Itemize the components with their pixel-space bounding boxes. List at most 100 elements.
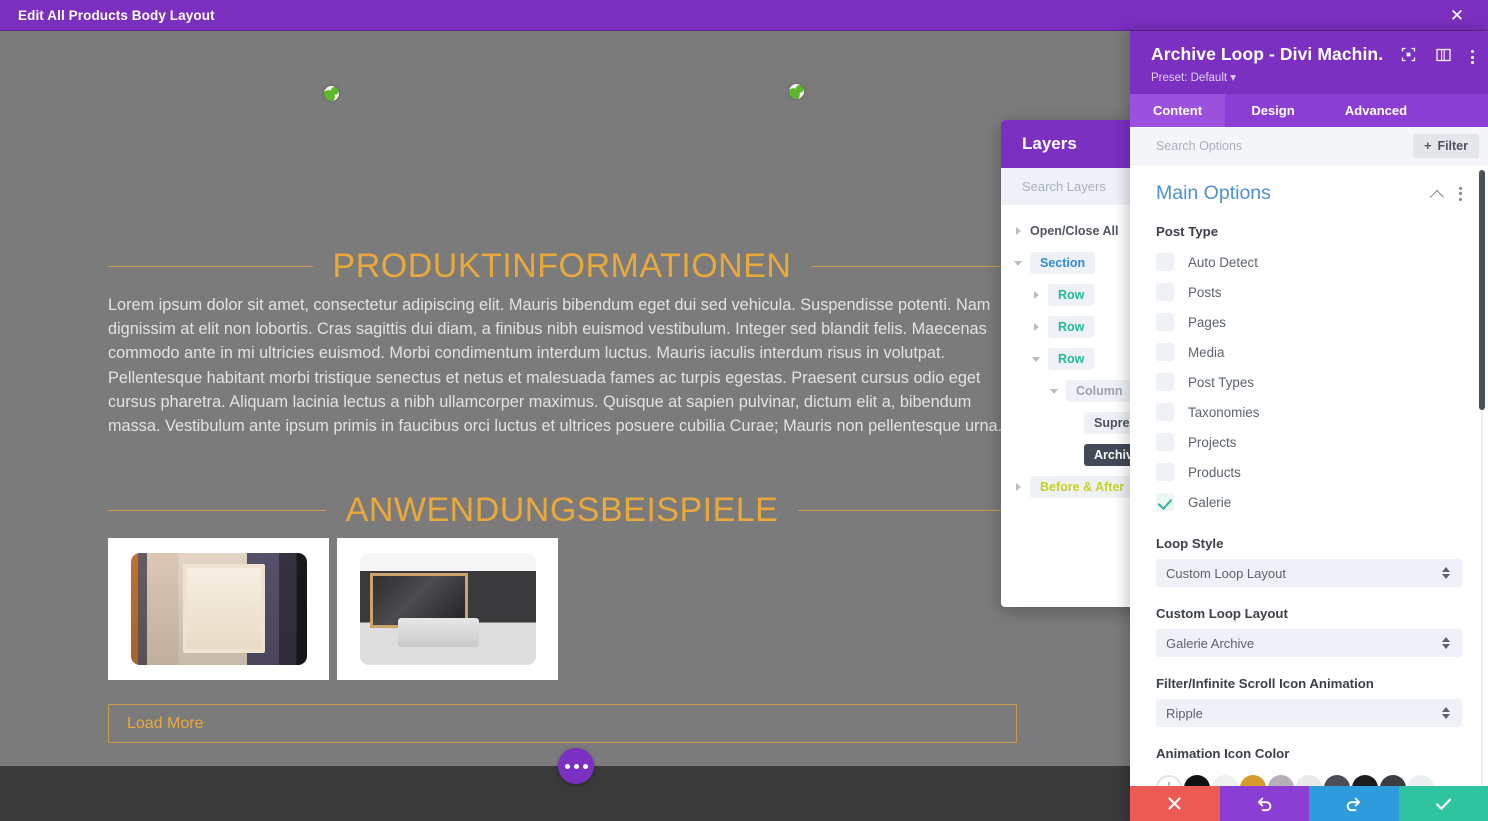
select-value: Ripple	[1166, 705, 1203, 721]
color-swatch[interactable]	[1268, 775, 1294, 786]
more-options-icon[interactable]	[558, 748, 594, 784]
caret-right-icon[interactable]	[1014, 226, 1024, 236]
select-arrows-icon	[1442, 707, 1450, 719]
main-options-header: Main Options	[1156, 182, 1462, 205]
checkbox-taxonomies[interactable]: Taxonomies	[1156, 397, 1462, 427]
module-marker-icon[interactable]	[324, 86, 339, 101]
color-swatch[interactable]	[1296, 775, 1322, 786]
gallery-item[interactable]	[337, 538, 558, 680]
redo-button[interactable]	[1309, 786, 1399, 821]
caret-none	[1068, 450, 1078, 460]
checkbox-box[interactable]	[1156, 463, 1174, 481]
heading-rule-left	[108, 266, 313, 267]
save-button[interactable]	[1398, 786, 1488, 821]
caret-down-icon[interactable]	[1032, 354, 1042, 364]
close-icon[interactable]: ✕	[1440, 0, 1474, 31]
checkbox-box[interactable]	[1156, 283, 1174, 301]
checkbox-box[interactable]	[1156, 253, 1174, 271]
checkbox-label: Taxonomies	[1188, 404, 1260, 420]
caret-down-icon[interactable]	[1014, 258, 1024, 268]
layer-label: Before & After	[1030, 476, 1135, 498]
gallery-item[interactable]	[108, 538, 329, 680]
section-title: Main Options	[1156, 182, 1271, 204]
module-marker-icon[interactable]	[789, 84, 804, 99]
filter-button[interactable]: + Filter	[1413, 133, 1479, 158]
color-swatch[interactable]	[1324, 775, 1350, 786]
color-swatch[interactable]	[1212, 775, 1238, 786]
tab-design[interactable]: Design	[1225, 94, 1321, 127]
color-swatch[interactable]	[1352, 775, 1378, 786]
canvas-marker-icons	[0, 84, 1130, 106]
undo-button[interactable]	[1219, 786, 1309, 821]
settings-scrollbar[interactable]	[1479, 170, 1485, 410]
checkbox-box[interactable]	[1156, 403, 1174, 421]
checkbox-posts[interactable]: Posts	[1156, 277, 1462, 307]
fullscreen-icon[interactable]	[1401, 47, 1416, 67]
checkbox-label: Post Types	[1188, 374, 1254, 390]
gallery-image	[359, 553, 536, 665]
settings-fields: Loop Style Custom Loop Layout Custom Loop …	[1156, 535, 1462, 727]
select-arrows-icon	[1442, 567, 1450, 579]
checkbox-box[interactable]	[1156, 433, 1174, 451]
preset-label: Preset: Default	[1151, 72, 1228, 84]
caret-right-icon[interactable]	[1032, 290, 1042, 300]
checkbox-box[interactable]	[1156, 313, 1174, 331]
kebab-menu-icon[interactable]	[1459, 186, 1462, 201]
checkbox-projects[interactable]: Projects	[1156, 427, 1462, 457]
checkbox-label: Galerie	[1188, 494, 1232, 510]
field-label: Custom Loop Layout	[1156, 606, 1288, 621]
layer-label: Row	[1048, 348, 1095, 370]
tab-content[interactable]: Content	[1130, 94, 1225, 127]
gallery-grid	[108, 538, 558, 680]
caret-down-icon[interactable]	[1050, 386, 1060, 396]
heading-text: PRODUKTINFORMATIONEN	[332, 247, 792, 285]
caret-none	[1068, 418, 1078, 428]
settings-body: Main Options Post Type Auto Detect Posts P…	[1130, 165, 1488, 786]
check-icon[interactable]	[1156, 493, 1174, 511]
checkbox-post-types[interactable]: Post Types	[1156, 367, 1462, 397]
gallery-image	[130, 553, 307, 665]
section-heading-anwendungsbeispiele: ANWENDUNGSBEISPIELE	[108, 491, 1016, 530]
checkbox-label: Products	[1188, 464, 1241, 480]
load-more-button[interactable]: Load More	[108, 704, 1017, 743]
select-arrows-icon	[1442, 637, 1450, 649]
layer-label: Open/Close All	[1030, 224, 1119, 238]
search-options-input[interactable]: Search Options	[1156, 139, 1413, 153]
preset-selector[interactable]: Preset: Default ▾	[1151, 70, 1468, 84]
caret-right-icon[interactable]	[1014, 482, 1024, 492]
checkbox-auto-detect[interactable]: Auto Detect	[1156, 247, 1462, 277]
chevron-up-icon[interactable]	[1431, 187, 1445, 201]
kebab-menu-icon[interactable]	[1471, 50, 1474, 64]
color-swatch[interactable]	[1240, 775, 1266, 786]
tab-advanced[interactable]: Advanced	[1321, 94, 1431, 127]
field-label: Filter/Infinite Scroll Icon Animation	[1156, 676, 1374, 691]
checkbox-galerie[interactable]: Galerie	[1156, 487, 1462, 517]
cancel-button[interactable]	[1130, 786, 1220, 821]
select-custom-loop-layout[interactable]: Galerie Archive	[1156, 629, 1462, 657]
color-swatch[interactable]	[1380, 775, 1406, 786]
color-swatch[interactable]	[1408, 775, 1434, 786]
chevron-down-icon: ▾	[1230, 72, 1237, 84]
post-type-label: Post Type	[1156, 224, 1219, 239]
checkbox-box[interactable]	[1156, 373, 1174, 391]
checkbox-pages[interactable]: Pages	[1156, 307, 1462, 337]
checkbox-products[interactable]: Products	[1156, 457, 1462, 487]
page-title: Edit All Products Body Layout	[18, 7, 215, 23]
checkbox-box[interactable]	[1156, 343, 1174, 361]
checkbox-media[interactable]: Media	[1156, 337, 1462, 367]
layer-label: Row	[1048, 284, 1095, 306]
checkbox-label: Media	[1188, 344, 1225, 360]
plus-icon: +	[1424, 138, 1432, 153]
filter-label: Filter	[1437, 138, 1468, 153]
settings-tabs: Content Design Advanced	[1130, 94, 1488, 127]
field-label: Loop Style	[1156, 536, 1224, 551]
caret-right-icon[interactable]	[1032, 322, 1042, 332]
select-loop-style[interactable]: Custom Loop Layout	[1156, 559, 1462, 587]
split-view-icon[interactable]	[1436, 48, 1451, 67]
module-title: Archive Loop - Divi Machin...	[1151, 44, 1383, 64]
color-swatch[interactable]	[1156, 775, 1182, 786]
heading-rule-right	[798, 510, 1016, 511]
animation-icon-color-label: Animation Icon Color	[1156, 746, 1290, 761]
select-filter-infinite-scroll-icon-animation[interactable]: Ripple	[1156, 699, 1462, 727]
color-swatch[interactable]	[1184, 775, 1210, 786]
